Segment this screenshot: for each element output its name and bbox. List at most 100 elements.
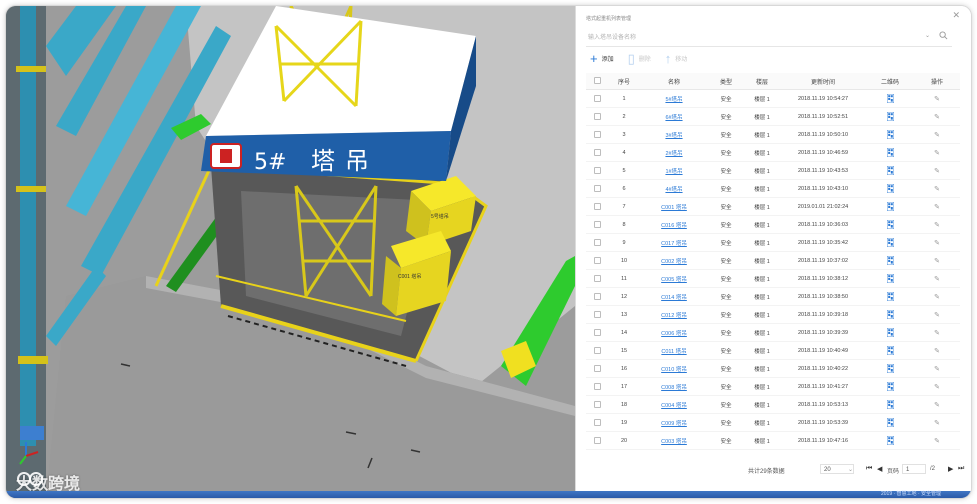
row-checkbox[interactable] <box>593 167 601 174</box>
row-checkbox[interactable] <box>593 221 601 228</box>
qr-code-icon[interactable] <box>886 346 894 355</box>
next-page-icon[interactable]: ▶ <box>948 465 953 473</box>
edit-icon[interactable]: ✎ <box>934 204 940 211</box>
row-select[interactable] <box>586 161 608 180</box>
table-row[interactable]: 15 C011 塔吊 安全 楼层 1 2018.11.19 10:40:49 ✎ <box>586 341 960 360</box>
row-select[interactable] <box>586 251 608 270</box>
crane-name-link[interactable]: C009 塔吊 <box>661 421 687 427</box>
qr-code-icon[interactable] <box>886 310 894 319</box>
row-checkbox[interactable] <box>593 257 601 264</box>
row-select[interactable] <box>586 413 608 432</box>
edit-icon[interactable]: ✎ <box>934 438 940 445</box>
table-row[interactable]: 10 C002 塔吊 安全 楼层 1 2018.11.19 10:37:02 ✎ <box>586 251 960 270</box>
table-row[interactable]: 6 4#塔吊 安全 楼层 1 2018.11.19 10:43:10 ✎ <box>586 179 960 198</box>
row-checkbox[interactable] <box>593 203 601 210</box>
row-select[interactable] <box>586 233 608 252</box>
qr-code-icon[interactable] <box>886 94 894 103</box>
edit-icon[interactable]: ✎ <box>934 348 940 355</box>
row-checkbox[interactable] <box>593 275 601 282</box>
edit-icon[interactable]: ✎ <box>934 384 940 391</box>
qr-code-icon[interactable] <box>886 238 894 247</box>
row-checkbox[interactable] <box>593 239 601 246</box>
row-checkbox[interactable] <box>593 419 601 426</box>
edit-icon[interactable]: ✎ <box>934 312 940 319</box>
qr-code-icon[interactable] <box>886 184 894 193</box>
row-select[interactable] <box>586 269 608 288</box>
table-row[interactable]: 11 C005 塔吊 安全 楼层 1 2018.11.19 10:38:12 ✎ <box>586 269 960 288</box>
table-row[interactable]: 5 1#塔吊 安全 楼层 1 2018.11.19 10:43:53 ✎ <box>586 161 960 180</box>
qr-code-icon[interactable] <box>886 256 894 265</box>
row-select[interactable] <box>586 89 608 108</box>
table-row[interactable]: 13 C012 塔吊 安全 楼层 1 2018.11.19 10:39:18 ✎ <box>586 305 960 324</box>
qr-code-icon[interactable] <box>886 112 894 121</box>
table-row[interactable]: 14 C006 塔吊 安全 楼层 1 2018.11.19 10:39:39 ✎ <box>586 323 960 342</box>
row-checkbox[interactable] <box>593 149 601 156</box>
table-row[interactable]: 3 3#塔吊 安全 楼层 1 2018.11.19 10:50:10 ✎ <box>586 125 960 144</box>
row-checkbox[interactable] <box>593 293 601 300</box>
row-select[interactable] <box>586 197 608 216</box>
edit-icon[interactable]: ✎ <box>934 222 940 229</box>
edit-icon[interactable]: ✎ <box>934 366 940 373</box>
row-select[interactable] <box>586 305 608 324</box>
row-select[interactable] <box>586 395 608 414</box>
crane-name-link[interactable]: 3#塔吊 <box>665 133 682 139</box>
row-checkbox[interactable] <box>593 401 601 408</box>
3d-viewport[interactable]: 5号塔吊 C001 塔吊 5# 塔吊 大数跨境 <box>6 6 575 498</box>
table-row[interactable]: 16 C010 塔吊 安全 楼层 1 2018.11.19 10:40:22 ✎ <box>586 359 960 378</box>
edit-icon[interactable]: ✎ <box>934 240 940 247</box>
row-checkbox[interactable] <box>593 131 601 138</box>
qr-code-icon[interactable] <box>886 436 894 445</box>
edit-icon[interactable]: ✎ <box>934 168 940 175</box>
prev-page-icon[interactable]: ◀ <box>877 465 882 473</box>
table-row[interactable]: 17 C008 塔吊 安全 楼层 1 2018.11.19 10:41:27 ✎ <box>586 377 960 396</box>
search-dropdown-icon[interactable]: ⌄ <box>925 32 930 39</box>
scene-marker-2[interactable]: C001 塔吊 <box>398 273 421 280</box>
row-select[interactable] <box>586 215 608 234</box>
edit-icon[interactable]: ✎ <box>934 402 940 409</box>
qr-code-icon[interactable] <box>886 202 894 211</box>
row-select[interactable] <box>586 377 608 396</box>
crane-name-link[interactable]: 6#塔吊 <box>665 115 682 121</box>
qr-code-icon[interactable] <box>886 382 894 391</box>
row-checkbox[interactable] <box>593 113 601 120</box>
delete-button[interactable]: ▯ 删除 <box>628 52 651 65</box>
qr-code-icon[interactable] <box>886 328 894 337</box>
table-row[interactable]: 4 2#塔吊 安全 楼层 1 2018.11.19 10:46:59 ✎ <box>586 143 960 162</box>
qr-code-icon[interactable] <box>886 130 894 139</box>
qr-code-icon[interactable] <box>886 418 894 427</box>
qr-code-icon[interactable] <box>886 220 894 229</box>
edit-icon[interactable]: ✎ <box>934 132 940 139</box>
row-checkbox[interactable] <box>593 185 601 192</box>
qr-code-icon[interactable] <box>886 148 894 157</box>
crane-name-link[interactable]: C006 塔吊 <box>661 331 687 337</box>
crane-name-link[interactable]: 4#塔吊 <box>665 187 682 193</box>
row-select[interactable] <box>586 107 608 126</box>
row-select[interactable] <box>586 431 608 450</box>
row-select[interactable] <box>586 143 608 162</box>
table-row[interactable]: 2 6#塔吊 安全 楼层 1 2018.11.19 10:52:51 ✎ <box>586 107 960 126</box>
qr-code-icon[interactable] <box>886 400 894 409</box>
table-row[interactable]: 9 C017 塔吊 安全 楼层 1 2018.11.19 10:35:42 ✎ <box>586 233 960 252</box>
row-select[interactable] <box>586 323 608 342</box>
crane-name-link[interactable]: 2#塔吊 <box>665 151 682 157</box>
crane-name-link[interactable]: C001 塔吊 <box>661 205 687 211</box>
crane-name-link[interactable]: C005 塔吊 <box>661 277 687 283</box>
row-checkbox[interactable] <box>593 365 601 372</box>
row-select[interactable] <box>586 359 608 378</box>
last-page-icon[interactable]: ⏭ <box>958 465 964 473</box>
row-select[interactable] <box>586 179 608 198</box>
row-checkbox[interactable] <box>593 437 601 444</box>
select-all-checkbox[interactable] <box>593 77 601 85</box>
crane-name-link[interactable]: C010 塔吊 <box>661 367 687 373</box>
crane-name-link[interactable]: C004 塔吊 <box>661 403 687 409</box>
close-icon[interactable]: ✕ <box>952 10 960 21</box>
row-checkbox[interactable] <box>593 95 601 102</box>
crane-name-link[interactable]: C008 塔吊 <box>661 385 687 391</box>
first-page-icon[interactable]: ⏮ <box>866 465 872 473</box>
page-number-input[interactable]: 1 <box>902 464 926 474</box>
edit-icon[interactable]: ✎ <box>934 96 940 103</box>
table-row[interactable]: 7 C001 塔吊 安全 楼层 1 2019.01.01 21:02:24 ✎ <box>586 197 960 216</box>
search-input[interactable] <box>586 31 890 45</box>
row-checkbox[interactable] <box>593 383 601 390</box>
move-button[interactable]: ↑ 移动 <box>665 52 688 65</box>
